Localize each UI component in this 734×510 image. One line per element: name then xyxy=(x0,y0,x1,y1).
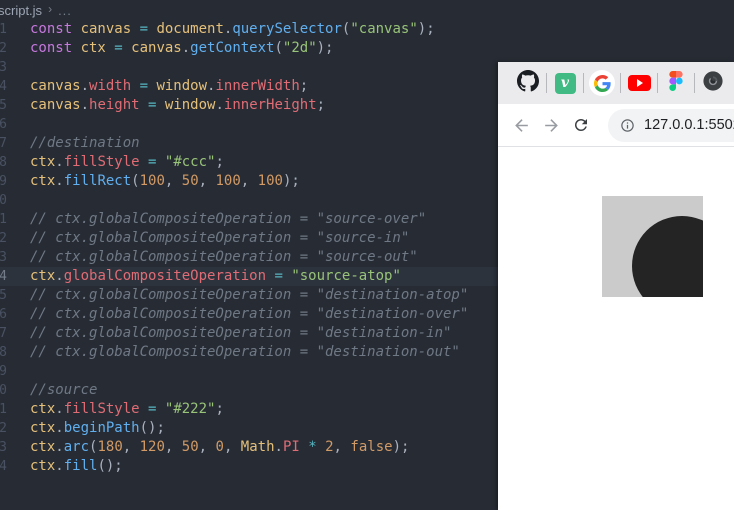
tab-vue[interactable]: v xyxy=(550,66,580,100)
line-number: 6 xyxy=(0,117,7,132)
browser-tab-strip: v xyxy=(498,62,734,104)
browser-window: v 127.0.0.1:5502 xyxy=(498,62,734,510)
site-info-icon[interactable] xyxy=(620,118,635,133)
line-number: 10 xyxy=(0,193,7,208)
tab-separator xyxy=(583,73,584,93)
screen: script.js › ... const canvas = document.… xyxy=(0,0,734,510)
chevron-right-icon: › xyxy=(48,2,53,16)
breadcrumb-file[interactable]: script.js xyxy=(0,3,42,18)
tab-separator xyxy=(546,73,547,93)
tab-figma[interactable] xyxy=(661,66,691,100)
tab-chrome-dev[interactable] xyxy=(698,66,728,100)
line-number: 15 xyxy=(0,288,7,303)
tab-separator xyxy=(620,73,621,93)
google-icon xyxy=(589,70,615,96)
url-text[interactable]: 127.0.0.1:5502 xyxy=(644,117,734,133)
tab-youtube[interactable] xyxy=(624,66,654,100)
line-number: 11 xyxy=(0,212,7,227)
browser-viewport xyxy=(498,147,734,510)
line-number: 8 xyxy=(0,155,7,170)
line-number: 24 xyxy=(0,459,7,474)
browser-toolbar: 127.0.0.1:5502 xyxy=(498,104,734,147)
breadcrumb-more[interactable]: ... xyxy=(58,3,72,18)
line-number: 22 xyxy=(0,421,7,436)
line-number-gutter: 123456789101112131415161718192021222324 xyxy=(0,20,7,476)
vue-icon: v xyxy=(554,72,576,94)
line-number: 16 xyxy=(0,307,7,322)
tab-separator xyxy=(694,73,695,93)
line-number: 1 xyxy=(0,22,7,37)
line-number: 4 xyxy=(0,79,7,94)
canvas-destination-rect xyxy=(602,196,703,297)
back-button[interactable] xyxy=(508,112,534,138)
line-number: 13 xyxy=(0,250,7,265)
tab-github[interactable] xyxy=(513,66,543,100)
breadcrumb[interactable]: script.js › ... xyxy=(0,1,72,19)
line-number: 14 xyxy=(0,269,7,284)
canvas-source-circle xyxy=(632,216,703,297)
line-number: 19 xyxy=(0,364,7,379)
back-arrow-icon xyxy=(514,118,528,132)
figma-icon xyxy=(669,70,683,96)
line-number: 23 xyxy=(0,440,7,455)
tab-separator xyxy=(657,73,658,93)
forward-arrow-icon xyxy=(544,118,558,132)
line-number: 5 xyxy=(0,98,7,113)
line-number: 3 xyxy=(0,60,7,75)
refresh-icon xyxy=(575,119,587,131)
line-number: 21 xyxy=(0,402,7,417)
line-number: 18 xyxy=(0,345,7,360)
code-line[interactable]: const canvas = document.querySelector("c… xyxy=(0,20,734,39)
youtube-icon xyxy=(627,75,651,91)
line-number: 17 xyxy=(0,326,7,341)
code-line[interactable]: const ctx = canvas.getContext("2d"); xyxy=(0,39,734,58)
tab-google[interactable] xyxy=(587,66,617,100)
refresh-button[interactable] xyxy=(568,112,594,138)
line-number: 7 xyxy=(0,136,7,151)
chrome-dev-icon xyxy=(703,70,723,96)
address-bar[interactable]: 127.0.0.1:5502 xyxy=(608,108,734,142)
line-number: 2 xyxy=(0,41,7,56)
line-number: 9 xyxy=(0,174,7,189)
github-icon xyxy=(517,69,539,97)
line-number: 12 xyxy=(0,231,7,246)
line-number: 20 xyxy=(0,383,7,398)
forward-button[interactable] xyxy=(538,112,564,138)
